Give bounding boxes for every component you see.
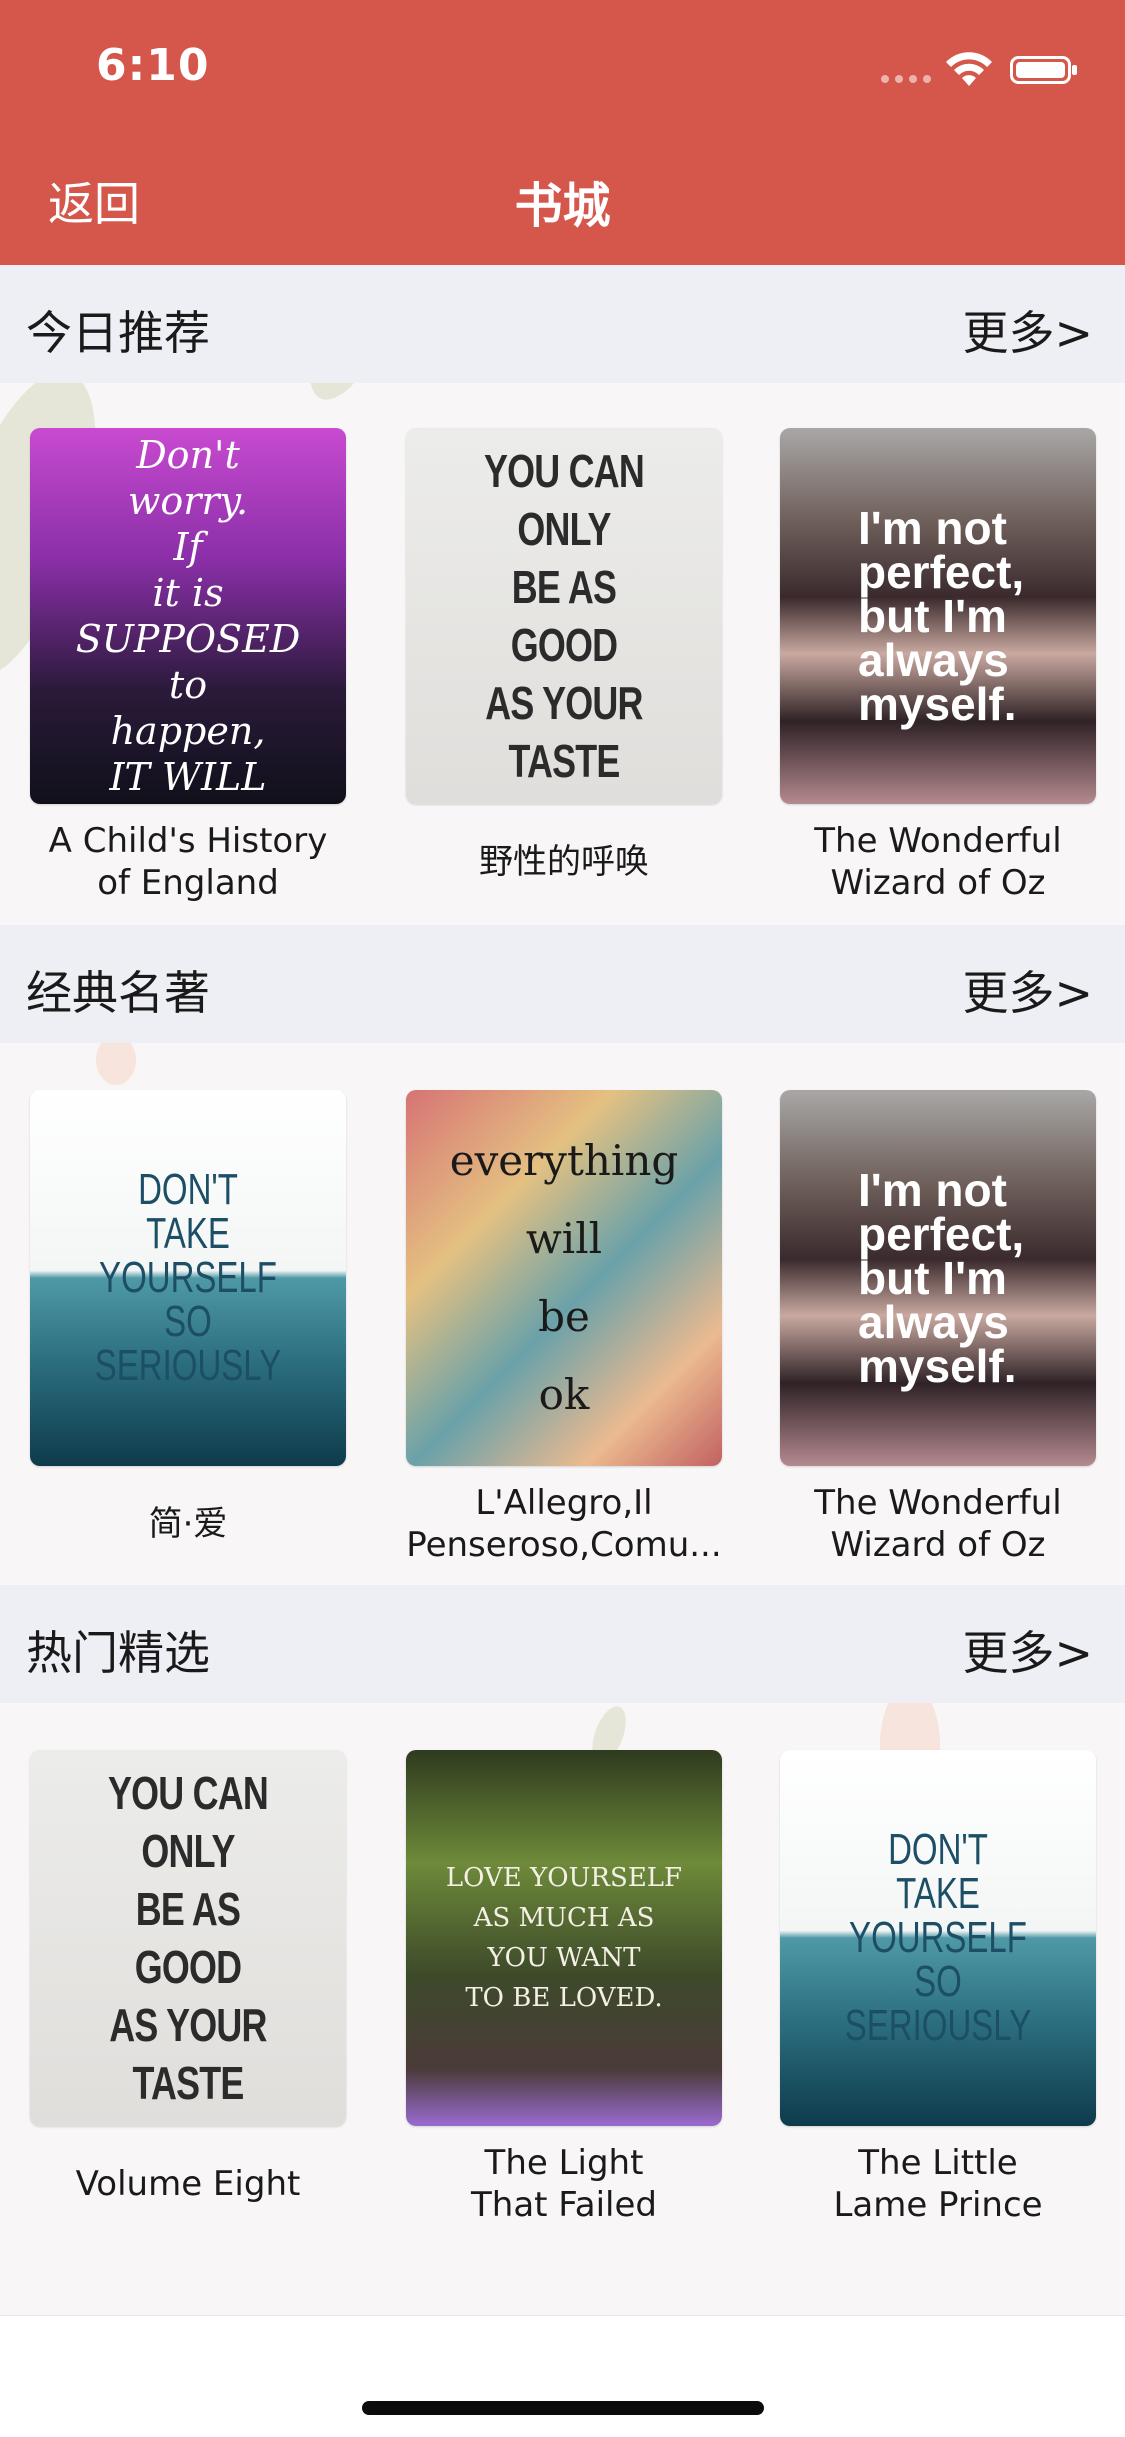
book-cover[interactable]: I'm not perfect, but I'm always myself. [780,1090,1096,1466]
book-cover-text: I'm not perfect, but I'm always myself. [858,502,1025,730]
section-header-classics: 经典名著 更多> [0,925,1125,1043]
book-cover[interactable]: DON'T TAKE YOURSELF SO SERIOUSLY [30,1090,346,1466]
book-cover[interactable]: YOU CAN ONLY BE AS GOOD AS YOUR TASTE [30,1750,346,2126]
page-title: 书城 [514,178,611,234]
status-time: 6:10 [96,40,210,91]
book-item[interactable]: everything will be ok L'Allegro,Il Pense… [406,1090,722,1565]
app-header: 6:10 返回 书城 [0,0,1125,265]
book-cover[interactable]: LOVE YOURSELF AS MUCH AS YOU WANT TO BE … [406,1750,722,2126]
book-item[interactable]: YOU CAN ONLY BE AS GOOD AS YOUR TASTE Vo… [30,1750,346,2204]
book-item[interactable]: LOVE YOURSELF AS MUCH AS YOU WANT TO BE … [406,1750,722,2225]
section-title: 热门精选 [26,1626,210,1680]
wifi-icon [946,52,992,86]
book-cover-text: everything will be ok [449,1136,679,1419]
book-item[interactable]: YOU CAN ONLY BE AS GOOD AS YOUR TASTE 野性… [406,428,722,882]
book-cover-text: DON'T TAKE YOURSELF SO SERIOUSLY [94,1165,282,1390]
book-title: The Wonderful Wizard of Oz [814,821,1062,903]
book-title: 野性的呼唤 [479,842,649,882]
book-title: The Little Lame Prince [833,2143,1043,2225]
more-button[interactable]: 更多> [962,1617,1093,1683]
more-button[interactable]: 更多> [962,957,1093,1023]
book-title: Volume Eight [75,2164,301,2204]
section-header-popular: 热门精选 更多> [0,1585,1125,1703]
book-item[interactable]: I'm not perfect, but I'm always myself. … [780,1090,1096,1565]
book-cover-text: Don't worry. If it is SUPPOSED to happen… [75,433,301,799]
book-cover-text: YOU CAN ONLY BE AS GOOD AS YOUR TASTE [484,445,645,787]
section-title: 今日推荐 [26,306,210,360]
book-cover[interactable]: I'm not perfect, but I'm always myself. [780,428,1096,804]
book-cover[interactable]: YOU CAN ONLY BE AS GOOD AS YOUR TASTE [406,428,722,804]
book-cover-text: DON'T TAKE YOURSELF SO SERIOUSLY [844,1825,1032,2050]
book-item[interactable]: DON'T TAKE YOURSELF SO SERIOUSLY 简·爱 [30,1090,346,1544]
battery-icon [1010,56,1077,84]
book-cover[interactable]: DON'T TAKE YOURSELF SO SERIOUSLY [780,1750,1096,2126]
book-title: The Wonderful Wizard of Oz [814,1483,1062,1565]
book-title: A Child's History of England [48,821,328,903]
book-title: 简·爱 [148,1504,228,1544]
book-cover-text: YOU CAN ONLY BE AS GOOD AS YOUR TASTE [108,1767,269,2109]
more-button[interactable]: 更多> [962,297,1093,363]
cellular-signal-icon [881,75,931,83]
bottom-bar [0,2315,1125,2437]
book-cover[interactable]: Don't worry. If it is SUPPOSED to happen… [30,428,346,804]
book-title: The Light That Failed [471,2143,657,2225]
book-cover-text: I'm not perfect, but I'm always myself. [858,1164,1025,1392]
book-item[interactable]: I'm not perfect, but I'm always myself. … [780,428,1096,903]
home-indicator[interactable] [362,2401,764,2415]
book-title: L'Allegro,Il Penseroso,Comu... [406,1483,722,1565]
book-item[interactable]: DON'T TAKE YOURSELF SO SERIOUSLY The Lit… [780,1750,1096,2225]
book-cover-text: LOVE YOURSELF AS MUCH AS YOU WANT TO BE … [445,1863,683,2013]
book-cover[interactable]: everything will be ok [406,1090,722,1466]
book-item[interactable]: Don't worry. If it is SUPPOSED to happen… [30,428,346,903]
section-header-today: 今日推荐 更多> [0,265,1125,383]
bookstore-content[interactable]: 今日推荐 更多> Don't worry. If it is SUPPOSED … [0,265,1125,2315]
section-title: 经典名著 [26,966,210,1020]
